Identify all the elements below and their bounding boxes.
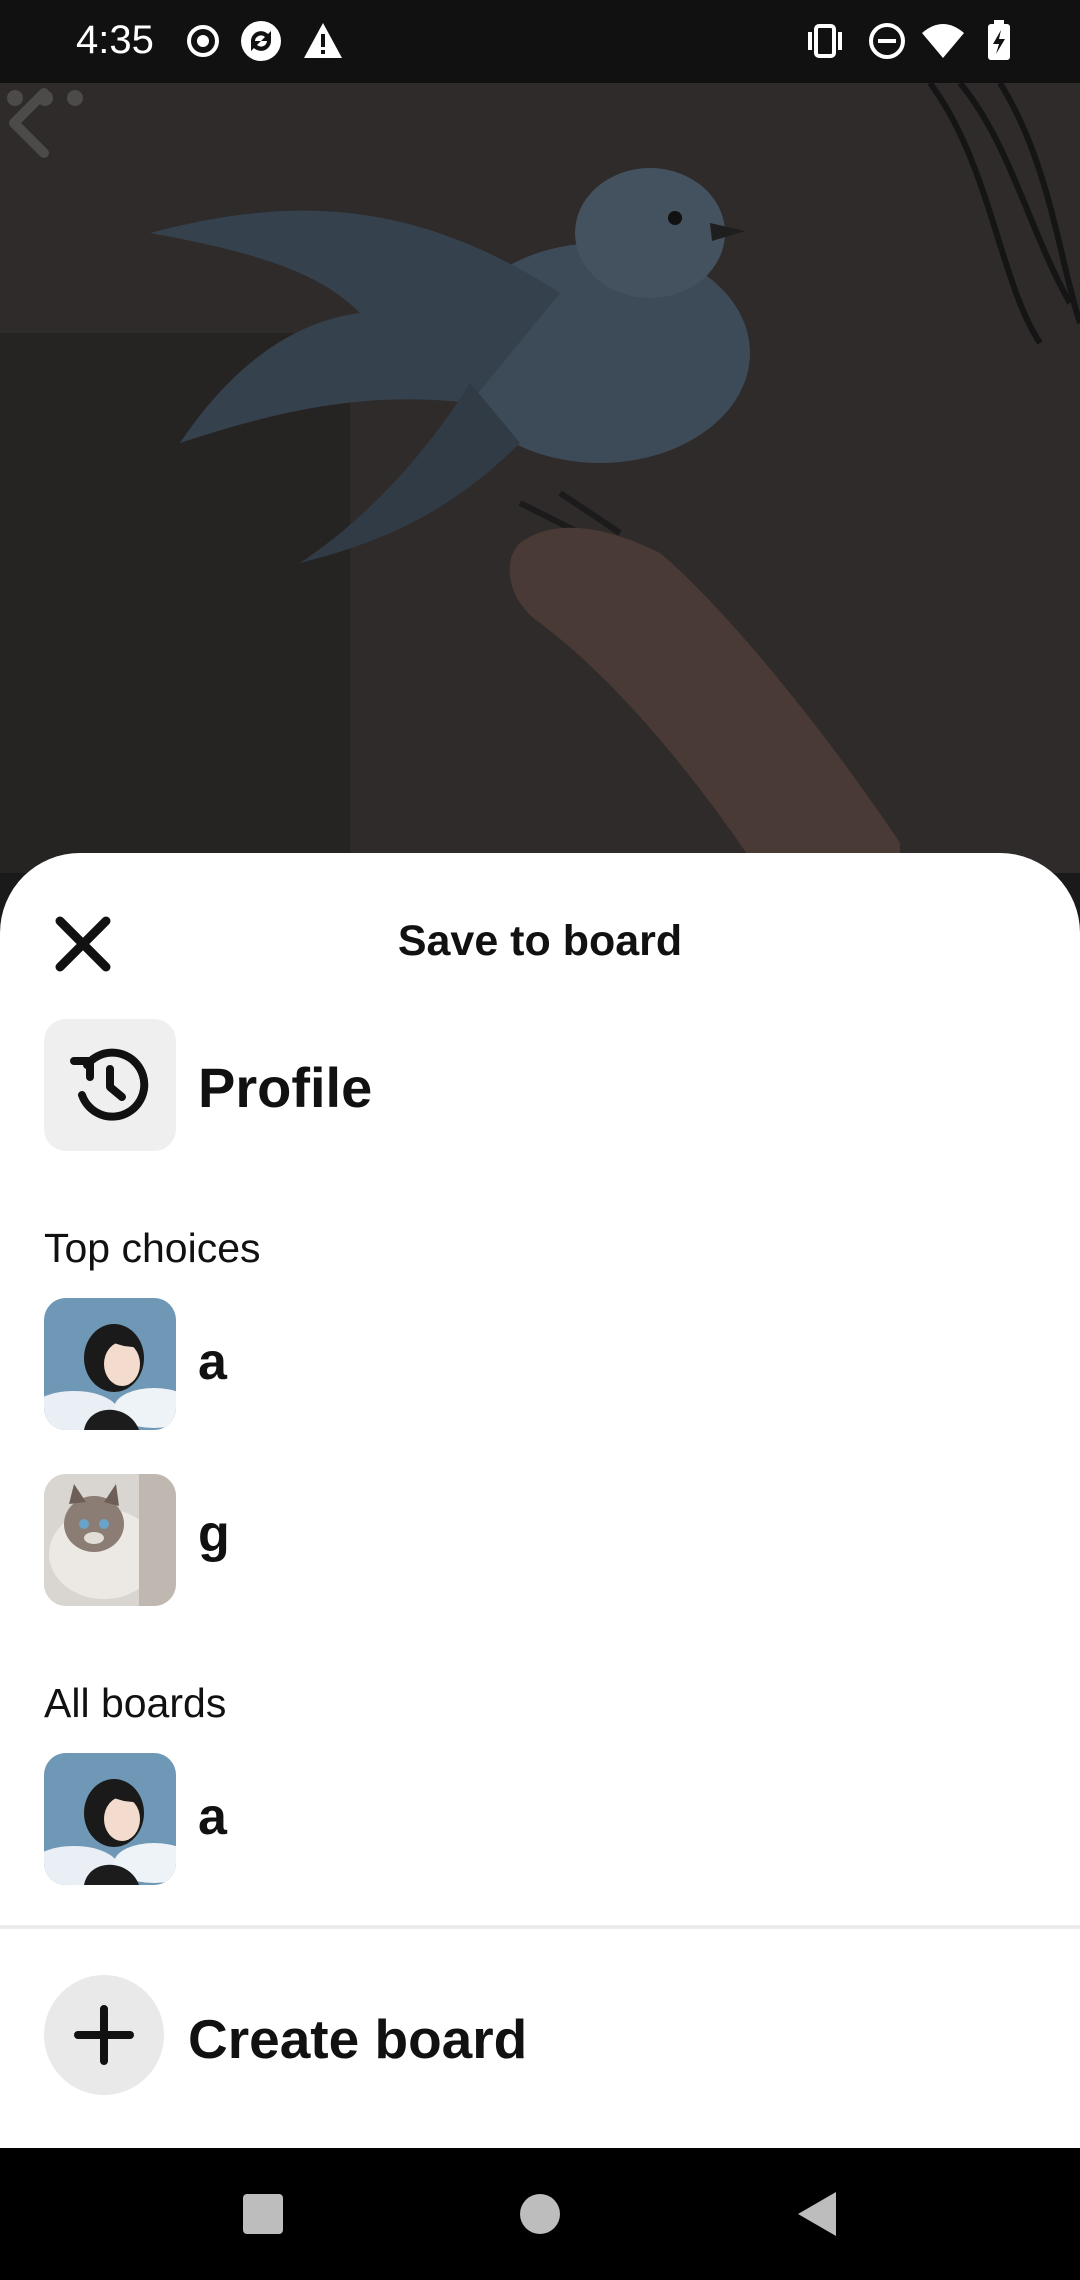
board-name: a (198, 1788, 227, 1846)
cat-thumbnail (44, 1474, 176, 1606)
board-row[interactable]: g (44, 1474, 944, 1606)
status-bar: 4:35 (0, 0, 1080, 83)
profile-label: Profile (198, 1056, 373, 1119)
pin-image-backdrop (0, 83, 1080, 873)
create-board-button[interactable]: Create board (44, 1975, 744, 2095)
record-icon (187, 25, 219, 57)
do-not-disturb-icon (869, 23, 905, 59)
vibrate-icon (808, 24, 842, 58)
home-button[interactable] (512, 2186, 568, 2242)
divider (0, 1925, 1080, 1929)
all-boards-heading: All boards (44, 1680, 227, 1726)
top-choices-heading: Top choices (44, 1225, 261, 1271)
bird-illustration (0, 83, 1080, 873)
status-time: 4:35 (76, 18, 154, 62)
board-thumbnail (44, 1753, 176, 1885)
create-board-label: Create board (188, 2008, 528, 2070)
sync-icon (241, 21, 281, 61)
profile-option[interactable]: Profile (44, 1019, 644, 1151)
navigation-bar (0, 2148, 1080, 2280)
plus-icon (74, 2005, 134, 2065)
profile-tile (44, 1019, 176, 1151)
board-row[interactable]: a (44, 1298, 944, 1430)
create-board-circle (44, 1975, 164, 2095)
board-name: a (198, 1333, 227, 1391)
board-name: g (198, 1505, 230, 1563)
board-thumbnail (44, 1298, 176, 1430)
save-to-board-sheet: Save to board Profile Top choices a g Al… (0, 853, 1080, 2148)
wifi-icon (922, 24, 964, 58)
anime-girl-thumbnail (44, 1298, 176, 1430)
more-horizontal-icon[interactable] (0, 83, 90, 113)
warning-icon (304, 23, 342, 58)
back-button[interactable] (790, 2186, 846, 2242)
battery-charging-icon (988, 20, 1010, 60)
board-thumbnail (44, 1474, 176, 1606)
history-icon (70, 1048, 149, 1121)
anime-girl-thumbnail (44, 1753, 176, 1885)
board-row[interactable]: a (44, 1753, 944, 1885)
sheet-title: Save to board (397, 917, 683, 965)
recents-button[interactable] (235, 2186, 291, 2242)
